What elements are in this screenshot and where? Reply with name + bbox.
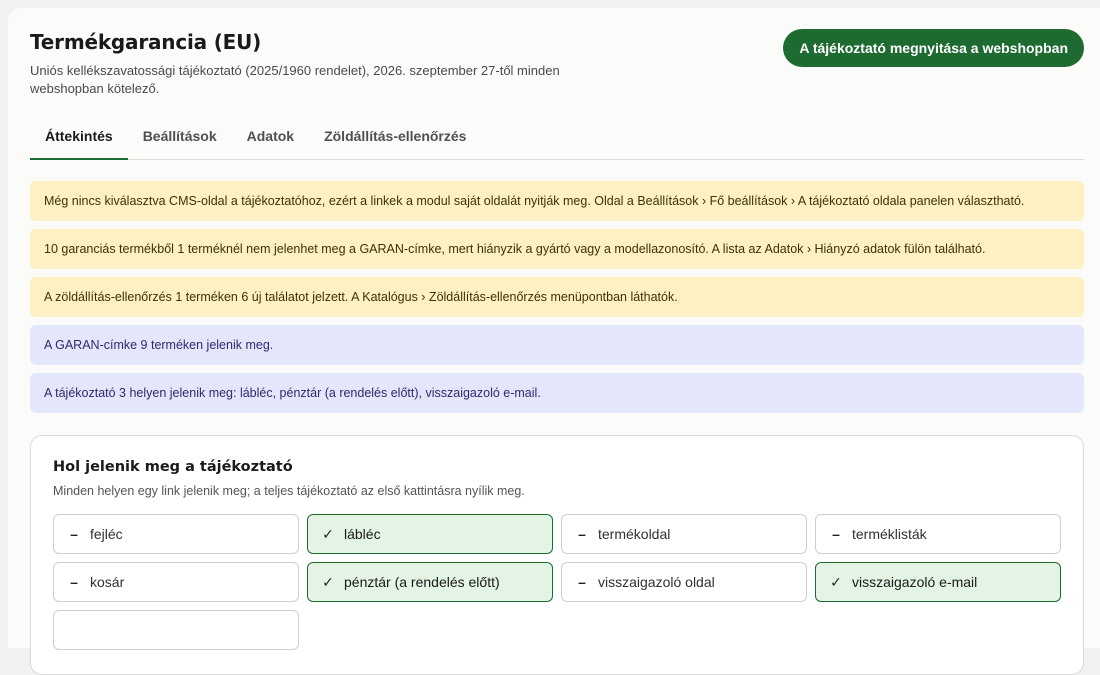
location-label: visszaigazoló e-mail — [852, 574, 978, 590]
check-icon: ✓ — [322, 573, 334, 590]
check-icon: ✓ — [830, 573, 842, 590]
location-toggle-header[interactable]: – fejléc — [53, 514, 299, 554]
card-subtitle: Minden helyen egy link jelenik meg; a te… — [53, 484, 525, 498]
location-grid: – fejléc ✓ lábléc – termékoldal – terméklist… — [53, 514, 1063, 650]
location-toggle-checkout[interactable]: ✓ pénztár (a rendelés előtt) — [307, 562, 553, 602]
minus-icon: – — [70, 526, 78, 542]
tab-data[interactable]: Adatok — [232, 120, 309, 158]
card-title: Hol jelenik meg a tájékoztató — [53, 459, 293, 475]
location-label: lábléc — [344, 526, 381, 542]
location-toggle-product-lists[interactable]: – terméklisták — [815, 514, 1061, 554]
tab-overview[interactable]: Áttekintés — [30, 120, 128, 160]
tab-bar: Áttekintés Beállítások Adatok Zöldállítá… — [30, 120, 1084, 160]
location-label: visszaigazoló oldal — [598, 574, 715, 590]
open-in-webshop-button[interactable]: A tájékoztató megnyitása a webshopban — [783, 29, 1084, 67]
tab-green-claims-check[interactable]: Zöldállítás-ellenőrzés — [309, 120, 481, 158]
location-toggle-confirmation-email[interactable]: ✓ visszaigazoló e-mail — [815, 562, 1061, 602]
location-toggle-cart[interactable]: – kosár — [53, 562, 299, 602]
notice-banner: A tájékoztató 3 helyen jelenik meg: lábl… — [30, 373, 1084, 413]
location-label: pénztár (a rendelés előtt) — [344, 574, 500, 590]
location-toggle-footer[interactable]: ✓ lábléc — [307, 514, 553, 554]
page-subtitle: Uniós kellékszavatossági tájékoztató (20… — [30, 63, 560, 96]
check-icon: ✓ — [322, 525, 334, 542]
location-toggle-confirmation-page[interactable]: – visszaigazoló oldal — [561, 562, 807, 602]
location-label: terméklisták — [852, 526, 927, 542]
notice-banner: Még nincs kiválasztva CMS-oldal a tájéko… — [30, 181, 1084, 221]
display-locations-card: Hol jelenik meg a tájékoztató Minden hel… — [30, 435, 1084, 675]
minus-icon: – — [578, 526, 586, 542]
location-label: fejléc — [90, 526, 123, 542]
location-label: termékoldal — [598, 526, 671, 542]
app-page: Termékgarancia (EU) Uniós kellékszavatos… — [8, 8, 1100, 675]
notice-banner: 10 garanciás termékből 1 terméknél nem j… — [30, 229, 1084, 269]
location-toggle-product-page[interactable]: – termékoldal — [561, 514, 807, 554]
notice-banner: A zöldállítás-ellenőrzés 1 terméken 6 új… — [30, 277, 1084, 317]
location-toggle-more[interactable] — [53, 610, 299, 650]
notice-list: Még nincs kiválasztva CMS-oldal a tájéko… — [30, 181, 1084, 421]
tab-settings[interactable]: Beállítások — [128, 120, 232, 158]
notice-banner: A GARAN-címke 9 terméken jelenik meg. — [30, 325, 1084, 365]
location-label: kosár — [90, 574, 125, 590]
minus-icon: – — [70, 574, 78, 590]
page-header: Termékgarancia (EU) Uniós kellékszavatos… — [30, 29, 1084, 98]
minus-icon: – — [578, 574, 586, 590]
minus-icon: – — [832, 526, 840, 542]
